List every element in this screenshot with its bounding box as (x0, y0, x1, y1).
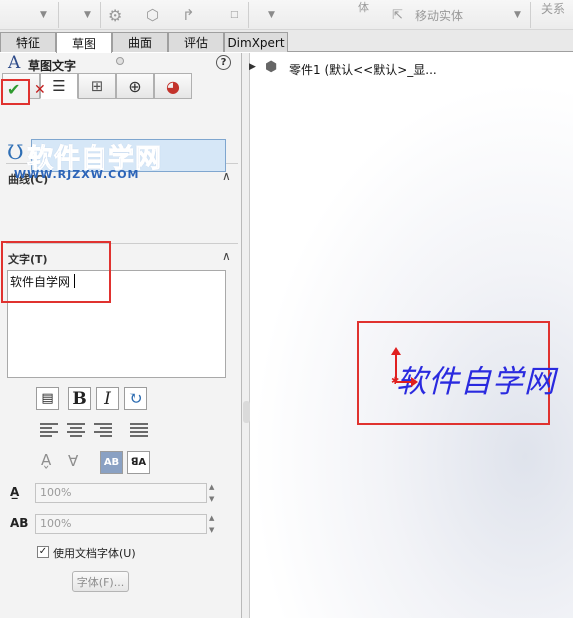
align-right-icon[interactable] (94, 423, 112, 439)
trim-entities-icon[interactable]: ↱ (182, 0, 195, 30)
width-factor-input[interactable]: 100% (35, 483, 207, 503)
top-toolbar: ▼ ▼ ⚙ ⬡ ↱ □ ▼ 体 ⇱ 移动实体 ▼ 关系 (0, 0, 573, 30)
spin-down-icon[interactable]: ▼ (209, 495, 219, 503)
spin-up-icon[interactable]: ▲ (209, 483, 219, 491)
display-manager-tab[interactable]: ◕ (154, 73, 192, 99)
use-doc-font-label: 使用文档字体(U) (53, 547, 136, 560)
sketch-text-icon: A (8, 53, 21, 73)
chevron-down-icon: ▼ (514, 10, 521, 20)
link-property-button[interactable]: ▤ (36, 387, 59, 410)
chevron-down-icon: ▼ (40, 10, 47, 20)
align-center-icon[interactable] (67, 423, 85, 439)
ok-check-icon[interactable]: ✔ (7, 80, 20, 99)
rotate-button[interactable]: ↻ (124, 387, 147, 410)
justify-icon[interactable] (130, 423, 148, 439)
toolbar-divider (100, 2, 101, 28)
italic-button[interactable]: I (96, 387, 119, 410)
dimxpert-manager-tab[interactable]: ⊕ (116, 73, 154, 99)
color-wheel-icon: ◕ (166, 76, 180, 96)
toolbar-divider (530, 2, 531, 28)
panel-title: 草图文字 (28, 59, 77, 73)
tab-features[interactable]: 特征 (0, 32, 56, 52)
chevron-down-icon: ▼ (268, 10, 275, 20)
text-highlight-box (1, 241, 111, 303)
flip-horizontal-alt-button[interactable]: ꓭA (127, 451, 150, 474)
y-axis-arrow-icon (391, 347, 401, 355)
splitter-grip[interactable] (243, 401, 250, 423)
watermark-url: WWW.RJZXW.COM (14, 168, 140, 181)
help-icon[interactable]: ? (216, 55, 231, 70)
origin-icon: ✱ (391, 376, 400, 387)
dropdown-arrow-1[interactable]: ▼ (40, 0, 47, 30)
cancel-x-icon[interactable]: ✕ (34, 82, 46, 98)
crosshair-icon: ⊕ (128, 76, 142, 96)
rotate-icon: ↻ (128, 388, 143, 409)
chevron-down-icon: ▼ (84, 10, 91, 20)
flip-vertical-icon[interactable]: A̬ (41, 451, 51, 469)
flip-horizontal-button[interactable]: AB (100, 451, 123, 474)
flip-vertical-down-icon[interactable]: A (68, 451, 78, 469)
toolbar-divider (58, 2, 59, 28)
part-icon: ⬢ (265, 59, 278, 75)
bold-button[interactable]: B (68, 387, 91, 410)
move-entity-icon[interactable]: ⇱ (392, 0, 403, 30)
dropdown-arrow-2[interactable]: ▼ (84, 0, 91, 30)
config-icon: ⊞ (90, 77, 104, 95)
sketch-text-preview[interactable]: 软件自学网 (396, 356, 556, 401)
tree-root-part[interactable]: 零件1 (默认<<默认>_显... (289, 61, 437, 78)
link-property-icon: ▤ (41, 391, 54, 406)
command-tabs: 特征 草图 曲面 评估 DimXpert (0, 30, 573, 53)
width-factor-spinner[interactable]: ▲ ▼ (209, 483, 219, 503)
spin-up-icon[interactable]: ▲ (209, 514, 219, 522)
chevron-up-icon[interactable]: ∧ (222, 249, 231, 263)
panel-handle-icon[interactable] (116, 57, 124, 65)
dropdown-arrow-4[interactable]: ▼ (514, 0, 521, 30)
spacing-spinner[interactable]: ▲ ▼ (209, 514, 219, 534)
tab-surfaces[interactable]: 曲面 (112, 32, 168, 52)
relations-button[interactable]: 关系 (541, 0, 565, 23)
curve-icon: Ʊ (7, 140, 24, 164)
mirror-icon[interactable]: 体 (358, 0, 369, 22)
spacing-icon: AB (10, 516, 29, 530)
toolbar-divider (248, 2, 249, 28)
spin-down-icon[interactable]: ▼ (209, 526, 219, 534)
move-entity-button[interactable]: 移动实体 (415, 0, 463, 30)
panel-splitter[interactable] (242, 53, 250, 618)
offset-entities-icon[interactable]: ⬡ (146, 0, 159, 30)
small-square-icon[interactable]: □ (230, 0, 239, 30)
spacing-input[interactable]: 100% (35, 514, 207, 534)
convert-entities-icon[interactable]: ⚙ (108, 0, 122, 30)
dropdown-arrow-3[interactable]: ▼ (268, 0, 275, 30)
width-factor-icon: A̲ (10, 485, 20, 499)
tab-evaluate[interactable]: 评估 (168, 32, 224, 52)
list-icon: ☰ (52, 77, 66, 95)
tab-dimxpert[interactable]: DimXpert (224, 32, 288, 52)
tab-sketch[interactable]: 草图 (56, 32, 112, 53)
align-left-icon[interactable] (40, 423, 58, 439)
x-axis-arrow-icon (411, 377, 418, 387)
configuration-manager-tab[interactable]: ⊞ (78, 73, 116, 99)
expand-arrow-icon[interactable]: ▶ (249, 62, 256, 72)
use-doc-font-checkbox[interactable]: ✓ (37, 546, 49, 558)
font-button[interactable]: 字体(F)... (72, 571, 129, 592)
